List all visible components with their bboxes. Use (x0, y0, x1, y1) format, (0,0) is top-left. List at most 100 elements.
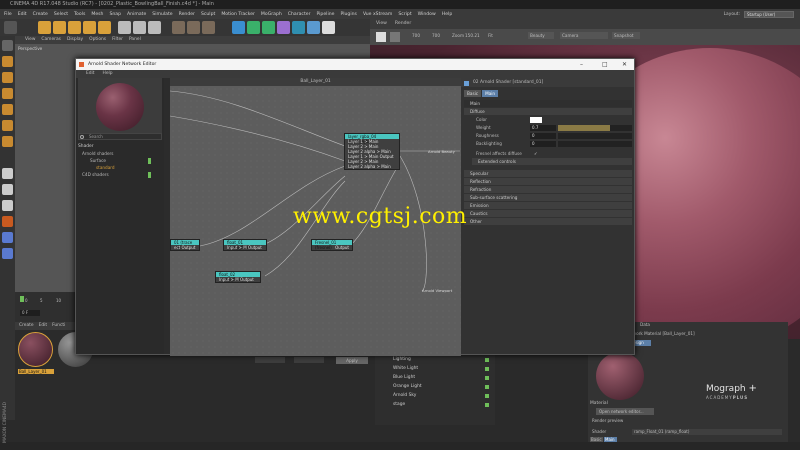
material-menu-item[interactable]: Create (19, 322, 34, 330)
scene-icon[interactable] (292, 21, 305, 34)
menu-item[interactable]: Simulate (152, 12, 172, 17)
menu-item[interactable]: Vue xStream (363, 12, 392, 17)
object-mode-icon[interactable] (2, 56, 13, 67)
render-height[interactable]: 700 (432, 33, 440, 38)
tree-item[interactable]: Arnold shaders (82, 151, 113, 156)
color-swatch[interactable] (530, 117, 542, 123)
z-axis-icon[interactable] (148, 21, 161, 34)
enable-axis-icon[interactable] (2, 168, 13, 179)
maximize-icon[interactable]: □ (602, 61, 608, 68)
menu-item[interactable]: Mesh (91, 12, 103, 17)
tree-item[interactable]: C4D shaders (82, 172, 109, 177)
deformer-icon[interactable] (277, 21, 290, 34)
material-name[interactable]: Ball_Layer_01 (18, 369, 54, 374)
menu-item[interactable]: Animate (127, 12, 146, 17)
nurbs-icon[interactable] (247, 21, 260, 34)
checkmark-icon[interactable]: ✓ (534, 150, 538, 158)
scale-icon[interactable] (68, 21, 81, 34)
array-icon[interactable] (262, 21, 275, 34)
menu-item[interactable]: File (4, 12, 12, 17)
menu-item[interactable]: Window (418, 12, 436, 17)
menu-item[interactable]: Sculpt (201, 12, 215, 17)
material-menu-item[interactable]: Edit (39, 322, 48, 330)
node-port[interactable]: Input > M Output (224, 245, 266, 250)
visible-check-icon[interactable] (485, 394, 489, 398)
arnold-icon[interactable] (2, 232, 13, 243)
polygons-mode-icon[interactable] (2, 136, 13, 147)
y-axis-icon[interactable] (133, 21, 146, 34)
channel-select[interactable]: Beauty (528, 32, 554, 39)
props-section[interactable]: Specular (464, 170, 632, 177)
snap-icon[interactable] (2, 184, 13, 195)
ramp-float-node-1[interactable]: float_01 (ramp_float) Input > M Output (223, 239, 267, 251)
open-network-editor-button[interactable]: Open network editor... (596, 408, 654, 415)
fit-button[interactable]: Fit (488, 33, 493, 38)
fresnel-node[interactable]: Fresnel_01 (fresnel) Output (311, 239, 353, 251)
menu-item[interactable]: Render (179, 12, 195, 17)
ramp-float-node-2[interactable]: float_02 (ramp_float) Input > M Output (215, 271, 261, 283)
render-settings-icon[interactable] (202, 21, 215, 34)
visible-check-icon[interactable] (485, 367, 489, 371)
light-icon[interactable] (322, 21, 335, 34)
arnold-ipr-icon[interactable] (2, 248, 13, 259)
layer-rgba-node[interactable]: layer_rgba_04 (layer_rgba) Layer 1 > Mai… (344, 133, 400, 170)
visible-check-icon[interactable] (485, 358, 489, 362)
stop-icon[interactable] (390, 32, 400, 42)
solo-icon[interactable] (2, 200, 13, 211)
move-icon[interactable] (53, 21, 66, 34)
props-section[interactable]: Emission (464, 202, 632, 209)
object-row[interactable]: stage (381, 401, 493, 409)
camera-select[interactable]: Camera (560, 32, 608, 39)
playhead[interactable] (20, 296, 24, 302)
visible-check-icon[interactable] (485, 385, 489, 389)
menu-item[interactable]: MoGraph (261, 12, 282, 17)
node-port[interactable]: Layer 2 alpha > Main (345, 164, 399, 169)
frame-field[interactable]: 0 F (20, 310, 40, 316)
tree-item-selected[interactable]: standard (96, 165, 115, 170)
node-port[interactable]: Input > M Output (216, 277, 260, 282)
props-section[interactable]: Caustics (464, 210, 632, 217)
points-mode-icon[interactable] (2, 104, 13, 115)
menu-item[interactable]: Plugins (340, 12, 356, 17)
snapshot-button[interactable]: Snapshot (612, 32, 640, 39)
render-preview-checkbox[interactable]: Render preview (592, 418, 623, 423)
weight-value[interactable]: 0.7 (530, 125, 556, 131)
props-section[interactable]: Refraction (464, 186, 632, 193)
object-row[interactable]: White Light (381, 365, 493, 373)
viewport-menu-item[interactable]: Filter (112, 36, 123, 44)
render-menu-item[interactable]: View (376, 19, 387, 29)
rotate-icon[interactable] (83, 21, 96, 34)
props-tab-basic[interactable]: Basic (464, 90, 482, 97)
coord-field[interactable] (294, 357, 324, 363)
material-menu-item[interactable]: Functi (52, 322, 65, 330)
shader-select[interactable]: ramp_Float_01 (ramp_float) (632, 429, 782, 435)
texture-mode-icon[interactable] (2, 72, 13, 83)
add-icon[interactable] (98, 21, 111, 34)
edges-mode-icon[interactable] (2, 120, 13, 131)
menu-item[interactable]: Select (54, 12, 68, 17)
node-port[interactable]: ect Output (171, 245, 199, 250)
menu-item[interactable]: Character (288, 12, 311, 17)
extended-controls-section[interactable]: Extended controls (472, 158, 632, 165)
material-thumb-selected[interactable] (18, 332, 53, 367)
roughness-slider[interactable] (558, 133, 632, 139)
object-row[interactable]: Blue Light (381, 374, 493, 382)
backlighting-value[interactable]: 0 (530, 141, 556, 147)
render-menu-item[interactable]: Render (395, 19, 411, 29)
minimize-icon[interactable]: – (580, 61, 583, 68)
viewport-menu-item[interactable]: Display (67, 36, 83, 44)
object-row[interactable]: Orange Light (381, 383, 493, 391)
sculpt-icon[interactable] (2, 216, 13, 227)
x-axis-icon[interactable] (118, 21, 131, 34)
workplane-icon[interactable] (2, 88, 13, 99)
apply-button[interactable]: Apply (336, 357, 368, 364)
menu-item[interactable]: Pipeline (316, 12, 334, 17)
cube-icon[interactable] (232, 21, 245, 34)
model-mode-icon[interactable] (2, 40, 13, 51)
camera-icon[interactable] (307, 21, 320, 34)
diffuse-section[interactable]: Diffuse (464, 108, 632, 115)
viewport-menu-item[interactable]: View (25, 36, 35, 44)
visible-check-icon[interactable] (485, 403, 489, 407)
zoom-value[interactable]: 150.21 (465, 33, 480, 38)
object-row[interactable]: Arnold Sky (381, 392, 493, 400)
